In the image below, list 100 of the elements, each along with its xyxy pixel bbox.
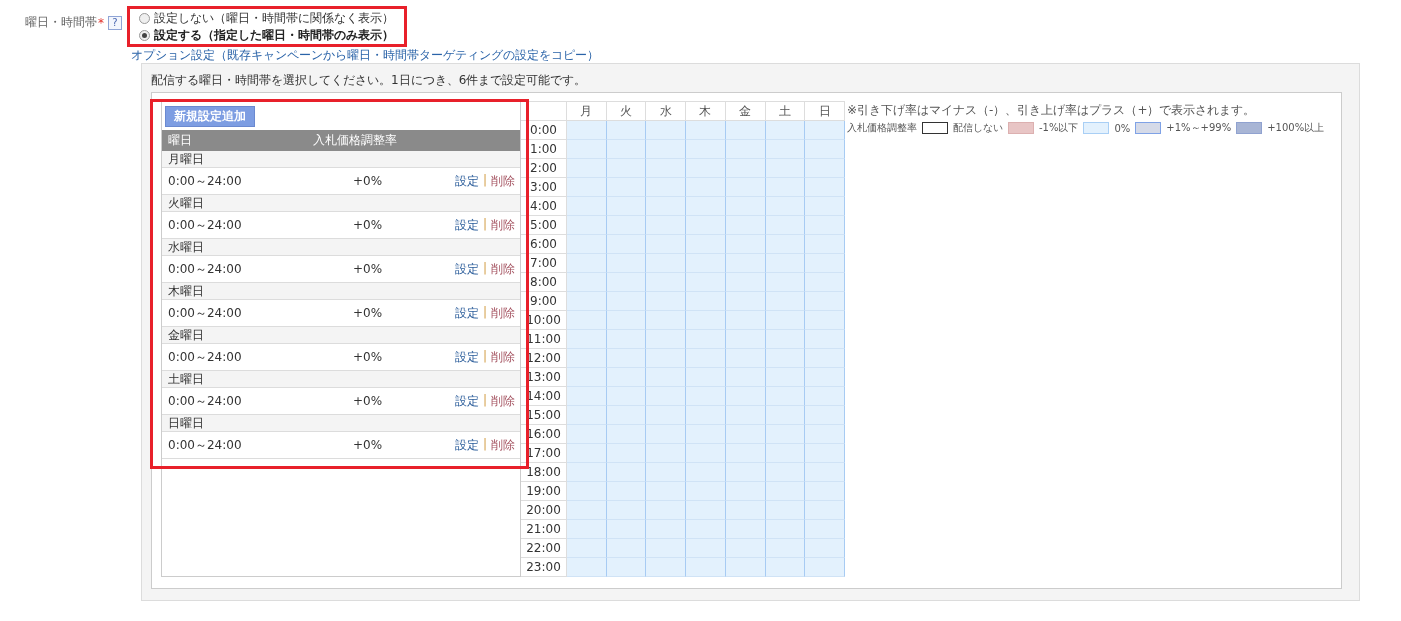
schedule-cell[interactable] [686, 444, 726, 463]
schedule-cell[interactable] [765, 463, 806, 482]
schedule-cell[interactable] [765, 235, 806, 254]
schedule-cell[interactable] [606, 558, 647, 577]
schedule-cell[interactable] [686, 330, 726, 349]
schedule-cell[interactable] [606, 482, 647, 501]
schedule-cell[interactable] [686, 368, 726, 387]
schedule-cell[interactable] [646, 292, 687, 311]
schedule-cell[interactable] [765, 121, 806, 140]
schedule-cell[interactable] [725, 254, 766, 273]
schedule-cell[interactable] [725, 444, 766, 463]
schedule-cell[interactable] [567, 558, 607, 577]
schedule-cell[interactable] [646, 140, 687, 159]
schedule-cell[interactable] [646, 254, 687, 273]
schedule-cell[interactable] [646, 368, 687, 387]
schedule-cell[interactable] [567, 520, 607, 539]
schedule-cell[interactable] [805, 558, 845, 577]
schedule-cell[interactable] [805, 197, 845, 216]
schedule-cell[interactable] [646, 159, 687, 178]
schedule-cell[interactable] [567, 140, 607, 159]
schedule-cell[interactable] [606, 121, 647, 140]
schedule-cell[interactable] [805, 349, 845, 368]
schedule-cell[interactable] [567, 330, 607, 349]
schedule-cell[interactable] [725, 330, 766, 349]
schedule-cell[interactable] [567, 235, 607, 254]
delete-link[interactable]: 削除 [491, 172, 515, 190]
radio-label[interactable]: 設定しない（曜日・時間帯に関係なく表示） [154, 10, 394, 27]
schedule-cell[interactable] [686, 463, 726, 482]
schedule-cell[interactable] [765, 444, 806, 463]
schedule-cell[interactable] [805, 539, 845, 558]
schedule-cell[interactable] [805, 463, 845, 482]
schedule-cell[interactable] [686, 311, 726, 330]
schedule-cell[interactable] [646, 501, 687, 520]
schedule-cell[interactable] [567, 273, 607, 292]
edit-link[interactable]: 設定 [454, 172, 479, 190]
schedule-cell[interactable] [686, 387, 726, 406]
edit-link[interactable]: 設定 [454, 392, 479, 410]
schedule-cell[interactable] [606, 539, 647, 558]
schedule-cell[interactable] [765, 349, 806, 368]
schedule-cell[interactable] [765, 387, 806, 406]
schedule-cell[interactable] [567, 406, 607, 425]
schedule-cell[interactable] [765, 273, 806, 292]
schedule-cell[interactable] [725, 501, 766, 520]
schedule-cell[interactable] [686, 197, 726, 216]
schedule-cell[interactable] [805, 159, 845, 178]
schedule-cell[interactable] [567, 444, 607, 463]
schedule-cell[interactable] [725, 482, 766, 501]
edit-link[interactable]: 設定 [454, 260, 479, 278]
schedule-cell[interactable] [686, 539, 726, 558]
schedule-cell[interactable] [725, 425, 766, 444]
schedule-cell[interactable] [805, 273, 845, 292]
schedule-cell[interactable] [805, 140, 845, 159]
schedule-cell[interactable] [725, 292, 766, 311]
schedule-cell[interactable] [725, 406, 766, 425]
schedule-cell[interactable] [805, 444, 845, 463]
radio-label[interactable]: 設定する（指定した曜日・時間帯のみ表示） [154, 27, 394, 44]
schedule-cell[interactable] [606, 349, 647, 368]
schedule-cell[interactable] [606, 273, 647, 292]
schedule-cell[interactable] [646, 558, 687, 577]
schedule-cell[interactable] [765, 425, 806, 444]
schedule-cell[interactable] [646, 273, 687, 292]
delete-link[interactable]: 削除 [491, 392, 515, 410]
schedule-cell[interactable] [606, 197, 647, 216]
schedule-cell[interactable] [606, 444, 647, 463]
schedule-cell[interactable] [606, 216, 647, 235]
schedule-cell[interactable] [606, 425, 647, 444]
schedule-cell[interactable] [606, 159, 647, 178]
schedule-cell[interactable] [686, 501, 726, 520]
schedule-cell[interactable] [765, 501, 806, 520]
schedule-cell[interactable] [725, 216, 766, 235]
radio-button[interactable] [139, 13, 150, 24]
schedule-cell[interactable] [765, 292, 806, 311]
schedule-cell[interactable] [646, 197, 687, 216]
schedule-cell[interactable] [805, 311, 845, 330]
schedule-cell[interactable] [606, 140, 647, 159]
schedule-cell[interactable] [725, 387, 766, 406]
schedule-cell[interactable] [725, 311, 766, 330]
edit-link[interactable]: 設定 [454, 436, 479, 454]
schedule-cell[interactable] [567, 349, 607, 368]
schedule-cell[interactable] [725, 368, 766, 387]
schedule-cell[interactable] [686, 520, 726, 539]
schedule-cell[interactable] [805, 387, 845, 406]
schedule-cell[interactable] [805, 368, 845, 387]
schedule-cell[interactable] [606, 178, 647, 197]
schedule-cell[interactable] [567, 197, 607, 216]
schedule-cell[interactable] [725, 197, 766, 216]
schedule-cell[interactable] [725, 140, 766, 159]
schedule-cell[interactable] [686, 425, 726, 444]
schedule-cell[interactable] [606, 406, 647, 425]
schedule-cell[interactable] [686, 406, 726, 425]
schedule-cell[interactable] [567, 539, 607, 558]
schedule-cell[interactable] [686, 159, 726, 178]
schedule-cell[interactable] [765, 406, 806, 425]
delete-link[interactable]: 削除 [491, 216, 515, 234]
schedule-cell[interactable] [725, 520, 766, 539]
schedule-cell[interactable] [805, 501, 845, 520]
delete-link[interactable]: 削除 [491, 348, 515, 366]
schedule-cell[interactable] [567, 159, 607, 178]
schedule-cell[interactable] [765, 520, 806, 539]
schedule-cell[interactable] [765, 159, 806, 178]
